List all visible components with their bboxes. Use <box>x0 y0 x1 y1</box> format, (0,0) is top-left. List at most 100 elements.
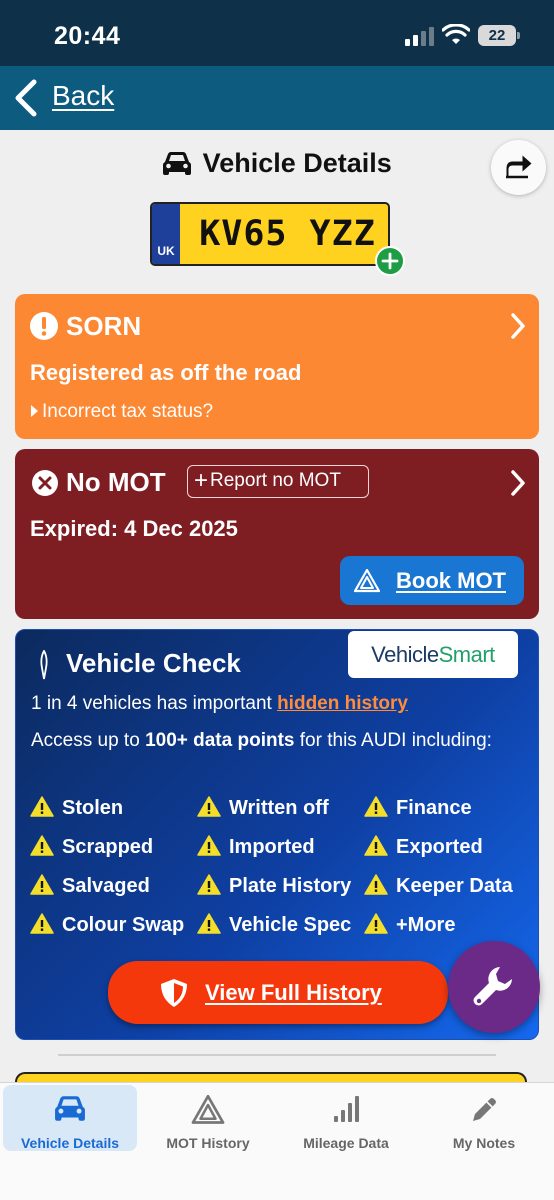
vehiclesmart-logo: VehicleSmart <box>348 631 518 678</box>
share-button[interactable] <box>491 140 546 195</box>
section-divider <box>58 1054 496 1056</box>
title-wrap: Vehicle Details <box>0 148 554 179</box>
data-points-bold: 100+ data points <box>145 730 295 751</box>
feature-exported: Exported <box>364 835 483 859</box>
caret-right-icon <box>31 405 38 417</box>
feature-colour-swap-label: Colour Swap <box>62 914 185 936</box>
car-icon <box>163 151 192 175</box>
wrench-icon <box>473 967 512 1006</box>
feature-stolen: Stolen <box>30 796 123 820</box>
tab-vehicle-details[interactable]: Vehicle Details <box>3 1085 137 1151</box>
data-points-prefix: Access up to <box>31 730 140 751</box>
tab-my-notes[interactable]: My Notes <box>417 1085 551 1151</box>
mot-title: No MOT <box>66 467 166 497</box>
mot-triangle-icon <box>354 569 380 593</box>
book-mot-label: Book MOT <box>396 568 506 593</box>
warning-triangle-icon <box>30 796 54 817</box>
feature-scrapped: Scrapped <box>30 835 153 859</box>
status-bar: 20:44 22 <box>0 0 554 66</box>
feature-finance-label: Finance <box>396 797 472 819</box>
tab-label: Mileage Data <box>303 1135 389 1151</box>
probe-icon <box>40 650 48 680</box>
warning-triangle-icon <box>364 874 388 895</box>
warning-triangle-icon <box>364 913 388 934</box>
book-mot-button[interactable]: Book MOT <box>340 556 524 605</box>
feature-plate-history-label: Plate History <box>229 875 352 897</box>
feature-more: +More <box>364 913 455 937</box>
chevron-right-icon[interactable] <box>509 312 527 340</box>
warning-triangle-icon <box>30 835 54 856</box>
shield-icon <box>161 979 187 1007</box>
page-title: Vehicle Details <box>202 148 392 178</box>
hidden-history-link[interactable]: hidden history <box>277 693 408 714</box>
warning-triangle-icon <box>197 835 221 856</box>
feature-keeper-data: Keeper Data <box>364 874 513 898</box>
sorn-subtitle: Registered as off the road <box>30 360 302 385</box>
view-full-history-button[interactable]: View Full History <box>108 961 448 1024</box>
plus-icon <box>381 252 399 270</box>
plate-country-band: UK <box>152 204 180 264</box>
data-points-line: Access up to 100+ data points for this A… <box>31 729 511 753</box>
warning-triangle-icon <box>30 874 54 895</box>
pencil-icon <box>473 1098 496 1121</box>
bar-chart-icon <box>334 1096 359 1122</box>
tab-label: Vehicle Details <box>20 1135 120 1151</box>
bottom-tab-bar: Vehicle Details MOT History Mileage Data… <box>0 1082 554 1200</box>
feature-exported-label: Exported <box>396 836 483 858</box>
brand-word-b: Smart <box>438 642 496 667</box>
feature-salvaged: Salvaged <box>30 874 150 898</box>
tab-label: My Notes <box>452 1135 516 1151</box>
battery-indicator: 22 <box>478 25 520 46</box>
add-vehicle-button[interactable] <box>375 246 405 276</box>
warning-triangle-icon <box>30 913 54 934</box>
feature-stolen-label: Stolen <box>62 797 124 819</box>
share-icon <box>506 155 532 179</box>
warning-triangle-icon <box>364 835 388 856</box>
feature-vehicle-spec: Vehicle Spec <box>197 913 351 937</box>
brand-word-a: Vehicle <box>371 642 439 667</box>
tab-mot-history[interactable]: MOT History <box>141 1085 275 1151</box>
feature-more-label: +More <box>396 914 456 936</box>
wifi-icon <box>442 24 470 44</box>
feature-vehicle-spec-label: Vehicle Spec <box>229 914 352 936</box>
hidden-history-line: 1 in 4 vehicles has important hidden his… <box>31 693 408 715</box>
tab-mileage-data[interactable]: Mileage Data <box>279 1085 413 1151</box>
tools-fab-button[interactable] <box>448 941 540 1033</box>
report-no-mot-button[interactable]: + Report no MOT <box>187 465 369 498</box>
cellular-signal-icon <box>405 26 435 46</box>
registration-plate: UK KV65 YZZ <box>150 202 390 266</box>
warning-triangle-icon <box>197 874 221 895</box>
chevron-right-icon[interactable] <box>509 469 527 497</box>
feature-keeper-data-label: Keeper Data <box>396 875 513 897</box>
mot-card[interactable]: No MOT + Report no MOT Expired: 4 Dec 202… <box>15 449 539 619</box>
mot-expired: Expired: 4 Dec 2025 <box>30 516 238 541</box>
report-no-mot-label: Report no MOT <box>210 470 341 491</box>
back-button[interactable]: Back <box>52 80 114 112</box>
feature-written-off-label: Written off <box>229 797 329 819</box>
hidden-history-prefix: 1 in 4 vehicles has important <box>31 693 272 714</box>
page-header: Vehicle Details <box>0 130 554 200</box>
status-time: 20:44 <box>54 22 121 50</box>
plate-country: UK <box>157 244 175 258</box>
feature-scrapped-label: Scrapped <box>62 836 154 858</box>
feature-imported: Imported <box>197 835 315 859</box>
mot-triangle-icon <box>191 1095 225 1124</box>
car-icon <box>55 1096 85 1121</box>
view-full-history-label: View Full History <box>205 980 382 1005</box>
plate-registration: KV65 YZZ <box>199 214 376 254</box>
data-points-suffix: for this AUDI including: <box>299 730 492 751</box>
x-circle-icon <box>32 470 58 496</box>
incorrect-tax-link[interactable]: Incorrect tax status? <box>30 401 213 423</box>
tab-label: MOT History <box>166 1135 250 1151</box>
vehicle-check-title: Vehicle Check <box>66 648 241 678</box>
incorrect-tax-label: Incorrect tax status? <box>42 401 214 422</box>
chevron-left-icon[interactable] <box>12 78 38 118</box>
feature-plate-history: Plate History <box>197 874 351 898</box>
warning-triangle-icon <box>197 913 221 934</box>
nav-bar: Back <box>0 66 554 130</box>
sorn-title: SORN <box>66 311 142 341</box>
sorn-card[interactable]: SORN Registered as off the road Incorrec… <box>15 294 539 439</box>
feature-written-off: Written off <box>197 796 329 820</box>
warning-triangle-icon <box>197 796 221 817</box>
exclamation-circle-icon <box>30 312 58 340</box>
